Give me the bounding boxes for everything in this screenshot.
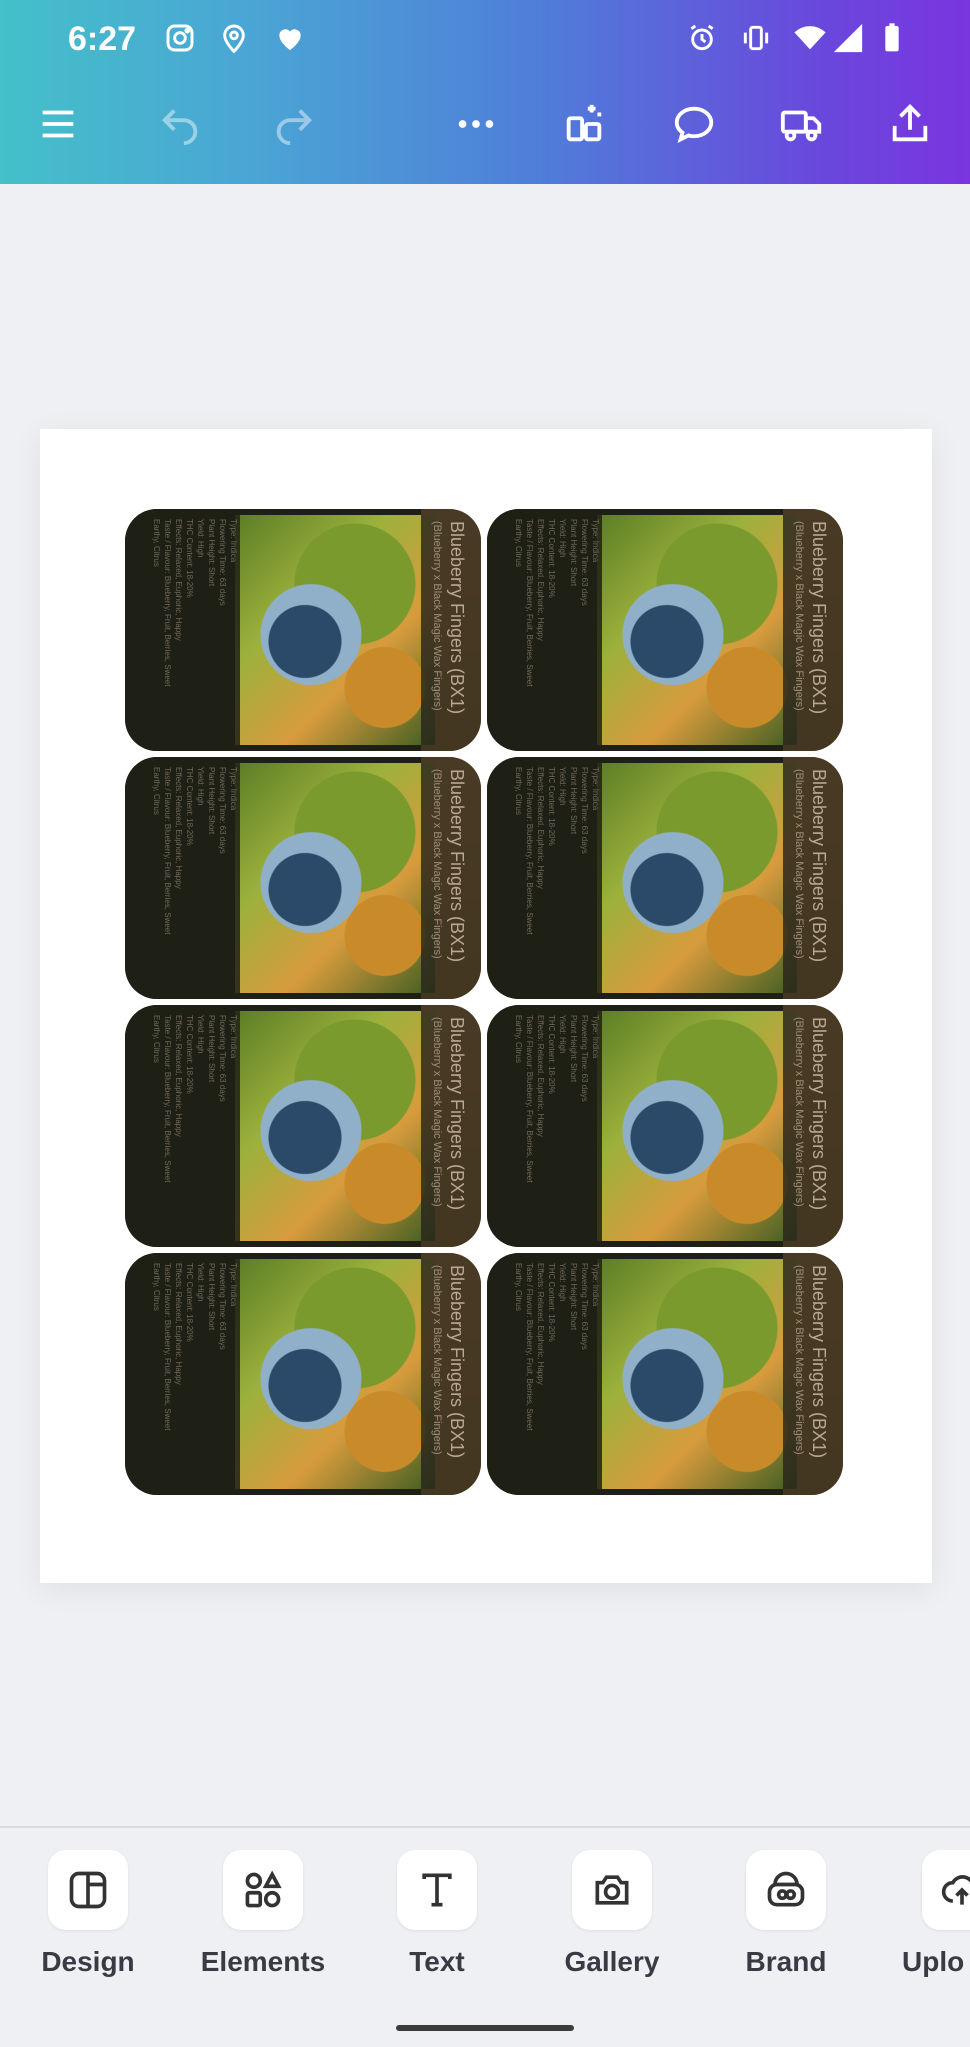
magic-switch-icon — [566, 104, 602, 142]
print-delivery-button[interactable] — [766, 88, 838, 160]
share-icon — [892, 104, 928, 142]
comment-button[interactable] — [658, 88, 730, 160]
bottom-nav: Design Elements Text Gallery Brand Uplo — [0, 1826, 970, 2047]
card-subtitle: (Blueberry x Black Magic Wax Fingers) — [793, 521, 805, 711]
label-card[interactable]: Blueberry Fingers (BX1) (Blueberry x Blac… — [487, 757, 843, 999]
location-pin-icon — [216, 20, 252, 56]
editor-toolbar — [0, 88, 970, 164]
nav-design[interactable]: Design — [8, 1850, 168, 2000]
redo-button[interactable] — [258, 88, 330, 160]
hamburger-icon — [42, 110, 74, 138]
undo-icon — [161, 109, 198, 146]
label-card[interactable]: Blueberry Fingers (BX1) (Blueberry x Blac… — [125, 1005, 481, 1247]
card-photo — [597, 515, 797, 745]
design-page[interactable]: Blueberry Fingers (BX1) (Blueberry x Blac… — [40, 429, 932, 1583]
nav-uploads-label: Uplo — [902, 1946, 965, 1977]
redo-icon — [276, 109, 313, 146]
camera-icon — [572, 1850, 652, 1930]
nav-brand-label: Brand — [745, 1946, 827, 1977]
nav-gallery-label: Gallery — [564, 1946, 660, 1977]
home-indicator — [396, 2025, 574, 2031]
card-details: Type: Indica Flowering Time: 63 days Pla… — [152, 519, 238, 687]
label-grid: Blueberry Fingers (BX1) (Blueberry x Blac… — [125, 509, 845, 1499]
nav-brand[interactable]: Brand — [706, 1850, 866, 2000]
instagram-icon — [162, 20, 198, 56]
upload-cloud-icon — [922, 1850, 970, 1930]
card-photo — [235, 1011, 435, 1241]
card-details: Type: Indica Flowering Time: 63 days Pla… — [514, 1263, 600, 1431]
status-bar: 6:27 — [0, 0, 970, 80]
menu-button[interactable] — [22, 88, 94, 160]
card-photo — [235, 515, 435, 745]
nav-elements[interactable]: Elements — [183, 1850, 343, 2000]
card-subtitle: (Blueberry x Black Magic Wax Fingers) — [793, 769, 805, 959]
elements-shapes-icon — [223, 1850, 303, 1930]
wifi-icon — [792, 20, 828, 56]
nav-text[interactable]: Text — [357, 1850, 517, 2000]
design-layout-icon — [48, 1850, 128, 1930]
nav-text-label: Text — [409, 1946, 465, 1977]
card-subtitle: (Blueberry x Black Magic Wax Fingers) — [431, 769, 443, 959]
label-card[interactable]: Blueberry Fingers (BX1) (Blueberry x Blac… — [487, 1005, 843, 1247]
card-subtitle: (Blueberry x Black Magic Wax Fingers) — [431, 1017, 443, 1207]
truck-icon — [780, 110, 822, 142]
label-card[interactable]: Blueberry Fingers (BX1) (Blueberry x Blac… — [487, 1253, 843, 1495]
nav-uploads[interactable]: Uplo — [880, 1850, 970, 2000]
comment-icon — [674, 106, 714, 143]
card-subtitle: (Blueberry x Black Magic Wax Fingers) — [793, 1265, 805, 1455]
share-button[interactable] — [874, 88, 946, 160]
label-card[interactable]: Blueberry Fingers (BX1) (Blueberry x Blac… — [125, 509, 481, 751]
label-card[interactable]: Blueberry Fingers (BX1) (Blueberry x Blac… — [125, 1253, 481, 1495]
card-subtitle: (Blueberry x Black Magic Wax Fingers) — [793, 1017, 805, 1207]
magic-switch-button[interactable] — [548, 88, 620, 160]
card-photo — [597, 763, 797, 993]
undo-button[interactable] — [144, 88, 216, 160]
card-details: Type: Indica Flowering Time: 63 days Pla… — [152, 1263, 238, 1431]
card-subtitle: (Blueberry x Black Magic Wax Fingers) — [431, 521, 443, 711]
label-card[interactable]: Blueberry Fingers (BX1) (Blueberry x Blac… — [487, 509, 843, 751]
nav-elements-label: Elements — [200, 1946, 326, 1977]
label-card[interactable]: Blueberry Fingers (BX1) (Blueberry x Blac… — [125, 757, 481, 999]
vibrate-icon — [738, 20, 774, 56]
card-details: Type: Indica Flowering Time: 63 days Pla… — [152, 767, 238, 935]
card-details: Type: Indica Flowering Time: 63 days Pla… — [514, 1015, 600, 1183]
heart-icon — [272, 20, 308, 56]
text-icon — [397, 1850, 477, 1930]
alarm-icon — [684, 20, 720, 56]
card-photo — [597, 1011, 797, 1241]
more-options-button[interactable] — [440, 88, 512, 160]
signal-icon — [830, 20, 866, 56]
nav-gallery[interactable]: Gallery — [532, 1850, 692, 2000]
nav-design-label: Design — [41, 1946, 135, 1977]
card-details: Type: Indica Flowering Time: 63 days Pla… — [514, 767, 600, 935]
card-photo — [235, 1259, 435, 1489]
card-details: Type: Indica Flowering Time: 63 days Pla… — [514, 519, 600, 687]
card-details: Type: Indica Flowering Time: 63 days Pla… — [152, 1015, 238, 1183]
top-app-bar: 6:27 — [0, 0, 970, 184]
card-photo — [597, 1259, 797, 1489]
card-subtitle: (Blueberry x Black Magic Wax Fingers) — [431, 1265, 443, 1455]
more-horizontal-icon — [458, 120, 494, 128]
status-time: 6:27 — [68, 20, 137, 58]
battery-icon — [874, 20, 910, 56]
brand-kit-icon — [746, 1850, 826, 1930]
card-photo — [235, 763, 435, 993]
